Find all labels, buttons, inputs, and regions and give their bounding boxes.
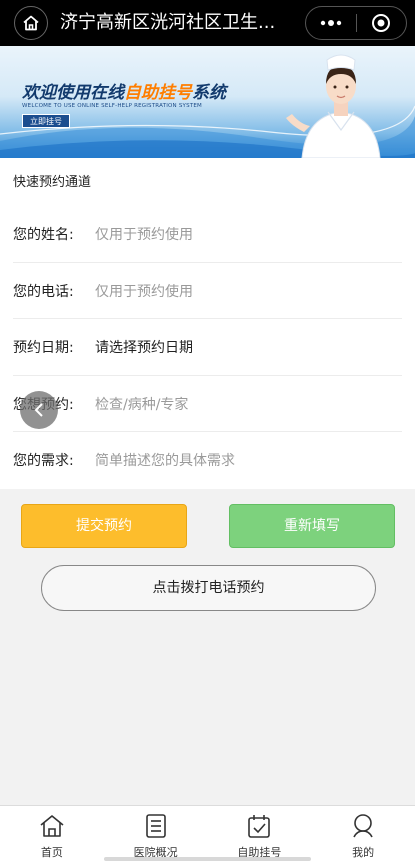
appointment-type-input[interactable]: 检查/病种/专家	[95, 394, 188, 414]
home-indicator	[104, 857, 311, 861]
date-picker[interactable]: 请选择预约日期	[95, 337, 193, 357]
section-title: 快速预约通道	[0, 158, 415, 206]
calendar-check-icon	[248, 815, 271, 838]
close-button[interactable]	[357, 7, 407, 39]
name-label: 您的姓名:	[13, 227, 74, 243]
tab-label: 我的	[352, 846, 375, 859]
phone-input[interactable]: 仅用于预约使用	[95, 281, 193, 301]
banner-title: 欢迎使用在线自助挂号系统	[22, 83, 226, 103]
more-button[interactable]	[306, 7, 356, 39]
banner-register-button[interactable]: 立即挂号	[22, 114, 70, 128]
home-icon	[40, 815, 64, 837]
nurse-illustration	[286, 54, 381, 158]
needs-input[interactable]: 简单描述您的具体需求	[95, 450, 235, 470]
banner: 欢迎使用在线自助挂号系统 WELCOME TO USE ONLINE SELF-…	[0, 46, 415, 158]
chevron-left-icon	[34, 403, 43, 417]
user-icon	[353, 814, 373, 838]
mini-program-capsule	[305, 6, 407, 40]
tab-label: 首页	[40, 846, 63, 859]
needs-label: 您的需求:	[13, 453, 74, 469]
home-icon	[23, 15, 39, 31]
tab-mine[interactable]: 我的	[311, 806, 415, 865]
call-button[interactable]: 点击拨打电话预约	[41, 565, 376, 611]
target-circle-icon	[372, 14, 391, 32]
phone-field[interactable]: 您的电话: 仅用于预约使用	[0, 263, 415, 319]
appointment-type-field[interactable]: 您想预约: 检查/病种/专家	[0, 376, 415, 432]
floating-back-button[interactable]	[20, 391, 58, 429]
name-field[interactable]: 您的姓名: 仅用于预约使用	[0, 206, 415, 262]
phone-label: 您的电话:	[13, 284, 74, 300]
document-list-icon	[145, 814, 166, 838]
tab-bar: 首页 医院概况 自助挂号 我的	[0, 805, 415, 865]
top-bar: 济宁高新区洸河社区卫生...	[0, 0, 415, 46]
reset-button[interactable]: 重新填写	[229, 504, 395, 548]
appointment-form: 您的姓名: 仅用于预约使用 您的电话: 仅用于预约使用 预约日期: 请选择预约日…	[0, 206, 415, 489]
date-label: 预约日期:	[13, 340, 74, 356]
page-title: 济宁高新区洸河社区卫生...	[60, 12, 276, 33]
date-field[interactable]: 预约日期: 请选择预约日期	[0, 319, 415, 375]
name-input[interactable]: 仅用于预约使用	[95, 224, 193, 244]
home-button[interactable]	[14, 6, 48, 40]
tab-home[interactable]: 首页	[0, 806, 104, 865]
needs-field[interactable]: 您的需求: 简单描述您的具体需求	[0, 432, 415, 488]
more-dots-icon	[320, 20, 341, 26]
submit-button[interactable]: 提交预约	[21, 504, 187, 548]
banner-subtitle: WELCOME TO USE ONLINE SELF-HELP REGISTRA…	[22, 103, 202, 109]
